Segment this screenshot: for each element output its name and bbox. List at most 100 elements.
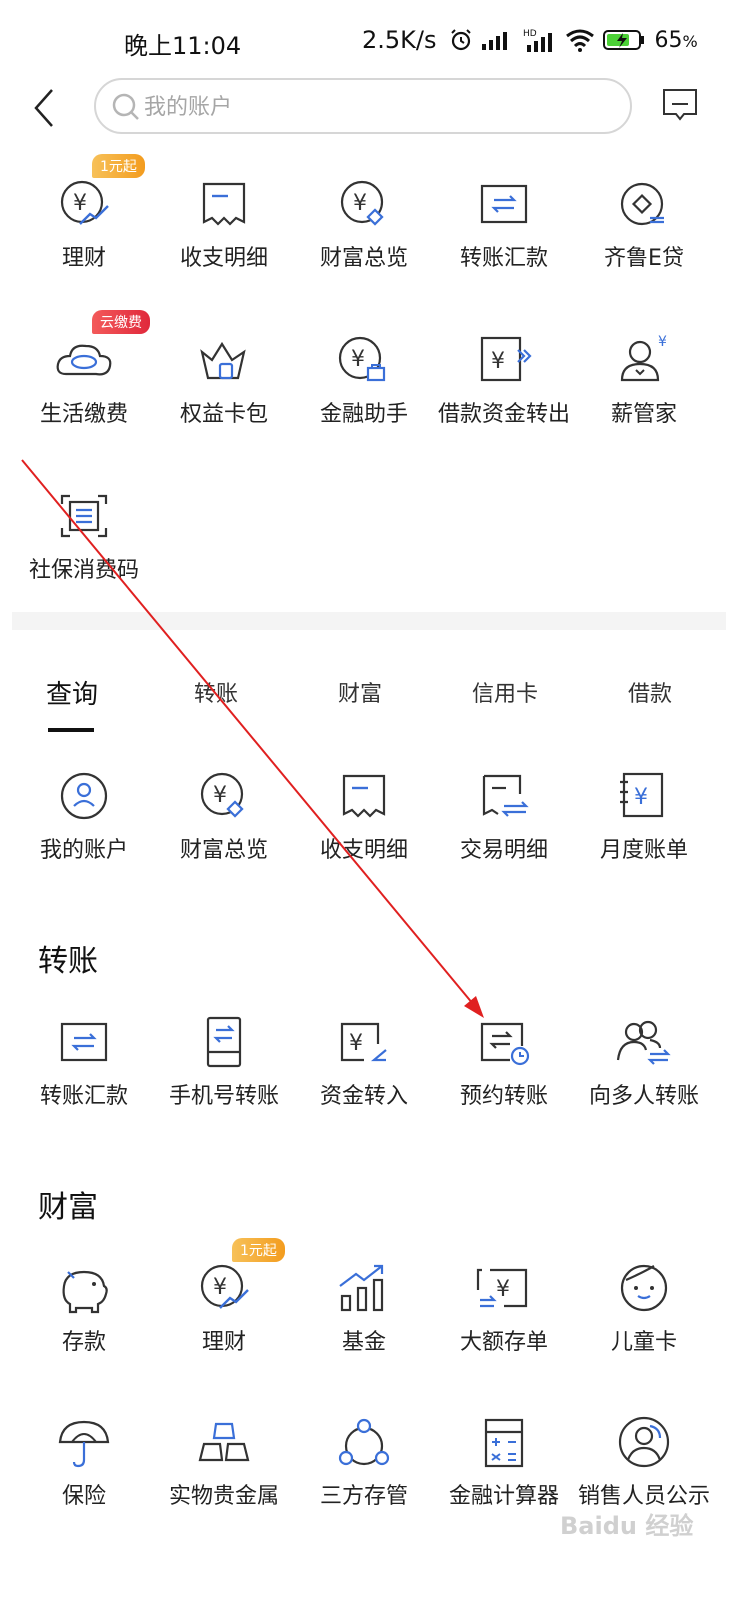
badge-cloud-pay: 云缴费 bbox=[92, 310, 150, 334]
wealth-label: 三方存管 bbox=[319, 1484, 408, 1509]
quick-label: 理财 bbox=[61, 246, 106, 271]
umbrella-icon bbox=[54, 1416, 114, 1476]
status-right: 2.5K/s HD 65% bbox=[362, 26, 698, 54]
piggy-bank-icon bbox=[54, 1262, 114, 1322]
finance-assistant-icon: ¥ bbox=[334, 334, 394, 394]
tab-transfer[interactable]: 转账 bbox=[194, 676, 238, 708]
svg-text:¥: ¥ bbox=[73, 191, 87, 216]
large-deposit-icon: ¥ bbox=[474, 1262, 534, 1322]
wealth-overview-icon: ¥ bbox=[334, 178, 394, 238]
status-time: 晚上11:04 bbox=[124, 32, 242, 60]
quick-label: 薪管家 bbox=[610, 402, 677, 427]
quick-label: 社保消费码 bbox=[28, 558, 139, 583]
monthly-bill-icon: ¥ bbox=[614, 770, 674, 830]
wealth-label: 实物贵金属 bbox=[168, 1484, 279, 1509]
transfer-label: 转账汇款 bbox=[39, 1084, 128, 1109]
svg-text:HD: HD bbox=[523, 29, 537, 39]
transaction-detail-icon bbox=[474, 770, 534, 830]
wealth-label: 保险 bbox=[61, 1484, 106, 1509]
transfer-label: 预约转账 bbox=[459, 1084, 548, 1109]
salary-manager-icon: ¥ bbox=[614, 334, 674, 394]
svg-text:¥: ¥ bbox=[634, 785, 648, 810]
wealth-label: 儿童卡 bbox=[610, 1330, 677, 1355]
watermark: Baidu 经验 bbox=[560, 1512, 694, 1540]
back-button[interactable] bbox=[30, 86, 60, 130]
signal-icon bbox=[481, 32, 507, 50]
child-face-icon bbox=[614, 1262, 674, 1322]
receipt-icon bbox=[334, 770, 394, 830]
quick-label: 齐鲁E贷 bbox=[604, 246, 684, 271]
top-bar bbox=[0, 78, 738, 138]
tab-query[interactable]: 查询 bbox=[46, 674, 98, 711]
gold-bars-icon bbox=[194, 1416, 254, 1476]
loan-transfer-out-icon: ¥ bbox=[474, 334, 534, 394]
wealth-label: 理财 bbox=[201, 1330, 246, 1355]
account-user-icon bbox=[54, 770, 114, 830]
category-tabs: 查询 转账 财富 信用卡 借款 bbox=[0, 660, 738, 740]
quick-label: 借款资金转出 bbox=[437, 402, 570, 427]
message-button[interactable] bbox=[662, 88, 698, 122]
search-box[interactable] bbox=[94, 78, 632, 134]
active-tab-indicator bbox=[48, 728, 94, 732]
wifi-icon bbox=[565, 29, 594, 52]
svg-text:¥: ¥ bbox=[496, 1277, 510, 1302]
query-label: 财富总览 bbox=[179, 838, 268, 863]
battery-icon bbox=[602, 30, 644, 50]
cloud-icon bbox=[54, 334, 114, 394]
tab-credit-card[interactable]: 信用卡 bbox=[472, 676, 538, 708]
transfer-label: 向多人转账 bbox=[588, 1084, 699, 1109]
message-icon bbox=[663, 89, 697, 121]
network-speed: 2.5K/s bbox=[362, 26, 437, 54]
crown-icon bbox=[194, 334, 254, 394]
quick-label: 财富总览 bbox=[319, 246, 408, 271]
alarm-icon bbox=[450, 29, 471, 51]
section-title-transfer: 转账 bbox=[38, 944, 98, 979]
scan-code-icon bbox=[54, 490, 114, 550]
quick-label: 转账汇款 bbox=[459, 246, 548, 271]
wealth-label: 基金 bbox=[341, 1330, 386, 1355]
svg-text:¥: ¥ bbox=[351, 347, 365, 372]
multi-transfer-icon bbox=[614, 1016, 674, 1076]
transfer-icon bbox=[474, 178, 534, 238]
phone-transfer-icon bbox=[194, 1016, 254, 1076]
query-label: 月度账单 bbox=[599, 838, 688, 863]
svg-text:¥: ¥ bbox=[213, 1275, 227, 1300]
svg-text:¥: ¥ bbox=[658, 334, 667, 350]
section-divider bbox=[12, 612, 726, 630]
transfer-icon bbox=[54, 1016, 114, 1076]
search-icon bbox=[112, 93, 139, 120]
transfer-label: 手机号转账 bbox=[168, 1084, 279, 1109]
tab-wealth[interactable]: 财富 bbox=[338, 676, 382, 708]
back-arrow-icon bbox=[34, 89, 53, 127]
badge-1yuan: 1元起 bbox=[232, 1238, 285, 1262]
wealth-label: 大额存单 bbox=[459, 1330, 548, 1355]
query-label: 交易明细 bbox=[459, 838, 548, 863]
loan-coin-icon bbox=[614, 178, 674, 238]
wealth-overview-icon: ¥ bbox=[194, 770, 254, 830]
receipt-icon bbox=[194, 178, 254, 238]
query-label: 我的账户 bbox=[39, 838, 128, 863]
quick-label: 金融助手 bbox=[319, 402, 408, 427]
wealth-chart-icon: ¥ bbox=[54, 178, 114, 238]
tab-loan[interactable]: 借款 bbox=[628, 676, 672, 708]
battery-unit: % bbox=[682, 31, 698, 51]
quick-label: 权益卡包 bbox=[179, 402, 268, 427]
funds-in-icon: ¥ bbox=[334, 1016, 394, 1076]
scheduled-transfer-icon bbox=[474, 1016, 534, 1076]
search-input[interactable] bbox=[142, 90, 606, 124]
three-party-icon bbox=[334, 1416, 394, 1476]
sales-staff-icon bbox=[614, 1416, 674, 1476]
svg-text:¥: ¥ bbox=[349, 1031, 363, 1056]
transfer-label: 资金转入 bbox=[319, 1084, 408, 1109]
query-label: 收支明细 bbox=[319, 838, 408, 863]
badge-1yuan: 1元起 bbox=[92, 154, 145, 178]
status-bar: 晚上11:04 2.5K/s HD 65% bbox=[0, 0, 738, 80]
battery-percent: 65 bbox=[654, 27, 683, 53]
wealth-chart-icon: ¥ bbox=[194, 1262, 254, 1322]
svg-text:¥: ¥ bbox=[491, 349, 505, 374]
svg-text:¥: ¥ bbox=[213, 783, 227, 808]
quick-label: 生活缴费 bbox=[39, 402, 128, 427]
svg-text:¥: ¥ bbox=[353, 191, 367, 216]
fund-bars-icon bbox=[334, 1262, 394, 1322]
wealth-label: 存款 bbox=[61, 1330, 106, 1355]
